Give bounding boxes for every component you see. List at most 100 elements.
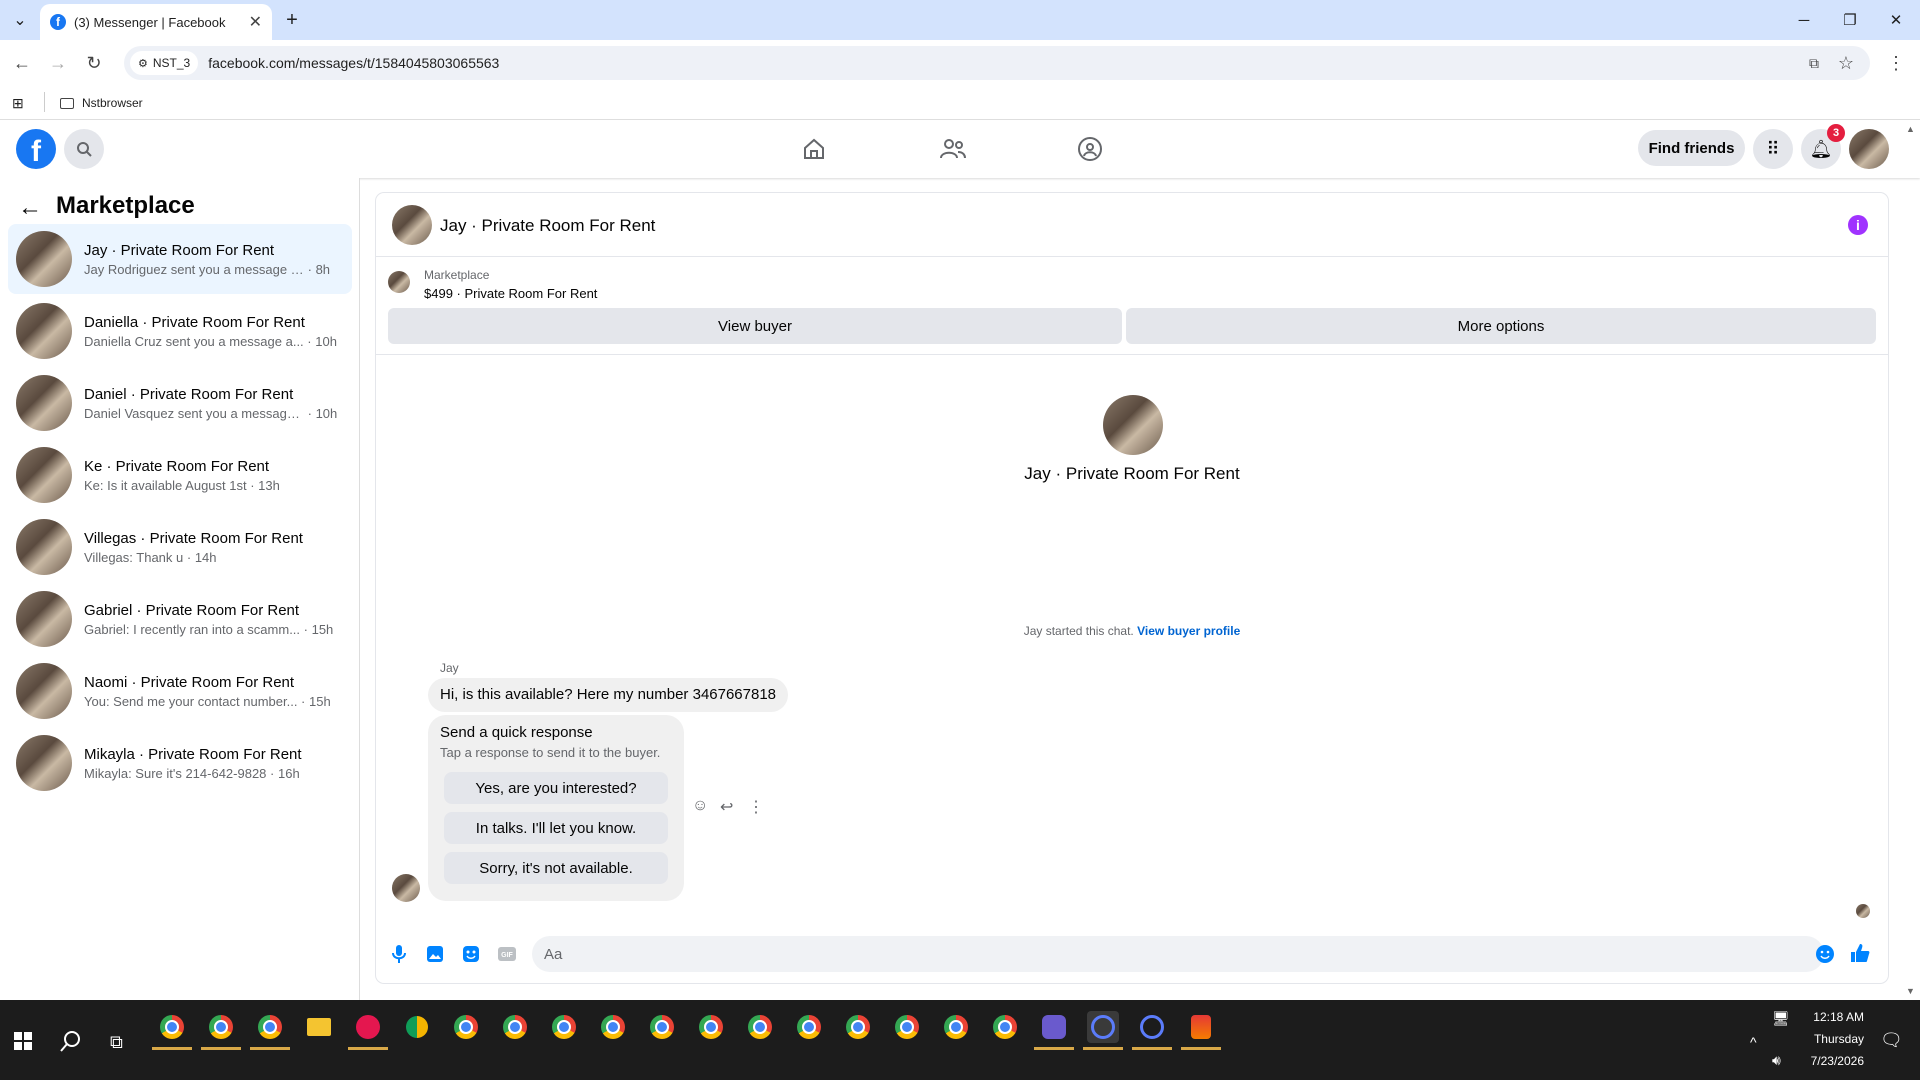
scroll-up-icon[interactable]: ▲: [1906, 124, 1915, 134]
chrome-app-icon[interactable]: [940, 1011, 972, 1043]
address-bar[interactable]: ⚙ NST_3 facebook.com/messages/t/158404580…: [124, 46, 1870, 80]
react-emoji-icon[interactable]: ☺: [692, 797, 708, 815]
chrome-app-icon[interactable]: [842, 1011, 874, 1043]
chrome-app-icon[interactable]: [499, 1011, 531, 1043]
conversation-item[interactable]: Mikayla · Private Room For Rent Mikayla:…: [8, 728, 352, 798]
conversation-item[interactable]: Gabriel · Private Room For Rent Gabriel:…: [8, 584, 352, 654]
apps-grid-icon[interactable]: ⊞: [12, 95, 24, 112]
tray-chevron-icon[interactable]: ^: [1750, 1034, 1757, 1050]
quick-response-not-available[interactable]: Sorry, it's not available.: [444, 852, 668, 884]
reply-icon[interactable]: ↩: [720, 797, 733, 817]
sticker-icon[interactable]: [460, 943, 482, 965]
view-buyer-button[interactable]: View buyer: [388, 308, 1122, 344]
home-nav-icon[interactable]: [796, 134, 832, 164]
groups-nav-icon[interactable]: [1072, 134, 1108, 164]
chrome-app-icon[interactable]: [250, 1011, 290, 1050]
chrome-app-icon[interactable]: [646, 1011, 678, 1043]
chrome-app-icon[interactable]: [201, 1011, 241, 1050]
incoming-message[interactable]: Hi, is this available? Here my number 34…: [428, 678, 789, 712]
conversation-name: Jay · Private Room For Rent: [84, 241, 275, 259]
app-icon[interactable]: [1181, 1011, 1221, 1050]
search-button[interactable]: [64, 129, 104, 169]
more-actions-icon[interactable]: ⋮: [748, 797, 764, 817]
conversation-preview: Daniel Vasquez sent you a message...: [84, 405, 304, 421]
find-friends-button[interactable]: Find friends: [1638, 130, 1745, 166]
conversation-item[interactable]: Daniel · Private Room For Rent Daniel Va…: [8, 368, 352, 438]
network-icon[interactable]: 🖥︎: [1772, 1010, 1790, 1027]
quick-response-yes[interactable]: Yes, are you interested?: [444, 772, 668, 804]
chrome-app-icon[interactable]: [744, 1011, 776, 1043]
conversation-item[interactable]: Naomi · Private Room For Rent You: Send …: [8, 656, 352, 726]
reload-icon[interactable]: ↻: [80, 49, 108, 77]
chrome-app-icon[interactable]: [891, 1011, 923, 1043]
tab-search-icon[interactable]: ⌄: [6, 6, 34, 34]
conversation-avatar: [16, 735, 72, 791]
chrome-app-icon[interactable]: [597, 1011, 629, 1043]
profile-chip[interactable]: ⚙ NST_3: [130, 51, 199, 75]
gif-icon[interactable]: GIF: [496, 943, 518, 965]
chat-title[interactable]: Jay · Private Room For Rent: [440, 216, 655, 236]
microphone-icon[interactable]: [388, 943, 410, 965]
file-explorer-icon[interactable]: [303, 1011, 335, 1043]
more-options-button[interactable]: More options: [1126, 308, 1876, 344]
thumbs-up-icon[interactable]: [1849, 942, 1871, 964]
menu-icon[interactable]: ⋮: [1882, 49, 1910, 77]
chat-started-note: Jay started this chat. View buyer profil…: [376, 624, 1888, 638]
chrome-app-icon[interactable]: [695, 1011, 727, 1043]
divider: [44, 92, 45, 112]
nstbrowser-app-icon[interactable]: [1034, 1011, 1074, 1050]
browser-app-icon[interactable]: [1083, 1011, 1123, 1050]
restore-icon[interactable]: ❐: [1830, 6, 1870, 34]
view-buyer-profile-link[interactable]: View buyer profile: [1137, 624, 1240, 638]
search-icon: [77, 142, 92, 157]
task-view-icon[interactable]: ⧉: [110, 1032, 123, 1053]
photo-icon[interactable]: [424, 943, 446, 965]
listing-label: Marketplace: [424, 268, 490, 282]
close-window-icon[interactable]: ✕: [1876, 6, 1916, 34]
minimize-icon[interactable]: ─: [1784, 6, 1824, 34]
info-icon[interactable]: i: [1848, 215, 1868, 235]
install-icon[interactable]: ⧉: [1800, 49, 1828, 77]
bookmark-star-icon[interactable]: ☆: [1832, 49, 1860, 77]
forward-icon[interactable]: →: [44, 49, 72, 77]
browser-tab[interactable]: f (3) Messenger | Facebook ✕: [40, 4, 272, 40]
back-arrow-icon[interactable]: ←: [18, 194, 42, 222]
conversation-avatar: [16, 303, 72, 359]
friends-nav-icon[interactable]: [935, 134, 971, 164]
account-avatar[interactable]: [1849, 129, 1889, 169]
chat-avatar[interactable]: [392, 205, 432, 245]
windows-start-icon[interactable]: [14, 1032, 32, 1055]
app-icon[interactable]: [401, 1011, 433, 1043]
conversation-time: 14h: [194, 549, 217, 565]
chrome-app-icon[interactable]: [989, 1011, 1021, 1043]
emoji-icon[interactable]: [1814, 943, 1836, 965]
back-icon[interactable]: ←: [8, 49, 36, 77]
clock-day: Thursday: [1813, 1032, 1864, 1046]
message-input[interactable]: Aa: [532, 936, 1824, 972]
chrome-app-icon[interactable]: [793, 1011, 825, 1043]
conversation-avatar: [16, 591, 72, 647]
close-tab-icon[interactable]: ✕: [249, 12, 262, 32]
conversation-item[interactable]: Daniella · Private Room For Rent Daniell…: [8, 296, 352, 366]
scroll-down-icon[interactable]: ▼: [1906, 986, 1915, 996]
new-tab-icon[interactable]: +: [278, 6, 306, 34]
search-icon[interactable]: [60, 1030, 82, 1057]
conversation-name: Gabriel · Private Room For Rent: [84, 601, 300, 619]
media-player-icon[interactable]: [348, 1011, 388, 1050]
browser-app-icon[interactable]: [1132, 1011, 1172, 1050]
listing-title[interactable]: $499 · Private Room For Rent: [424, 286, 597, 301]
chat-started-text: Jay started this chat.: [1023, 624, 1134, 638]
notification-center-icon[interactable]: 🗨︎: [1880, 1030, 1903, 1051]
volume-icon[interactable]: 🔊︎: [1772, 1052, 1781, 1069]
quick-response-in-talks[interactable]: In talks. I'll let you know.: [444, 812, 668, 844]
conversation-item[interactable]: Ke · Private Room For Rent Ke: Is it ava…: [8, 440, 352, 510]
chrome-app-icon[interactable]: [548, 1011, 580, 1043]
chrome-app-icon[interactable]: [152, 1011, 192, 1050]
seen-indicator: [1856, 904, 1870, 918]
facebook-logo-icon[interactable]: f: [16, 129, 56, 169]
bookmark-folder[interactable]: Nstbrowser: [60, 96, 143, 110]
conversation-item[interactable]: Villegas · Private Room For Rent Villega…: [8, 512, 352, 582]
menu-grid-icon[interactable]: ⠿: [1753, 129, 1793, 169]
chrome-app-icon[interactable]: [450, 1011, 482, 1043]
conversation-item[interactable]: Jay · Private Room For Rent Jay Rodrigue…: [8, 224, 352, 294]
